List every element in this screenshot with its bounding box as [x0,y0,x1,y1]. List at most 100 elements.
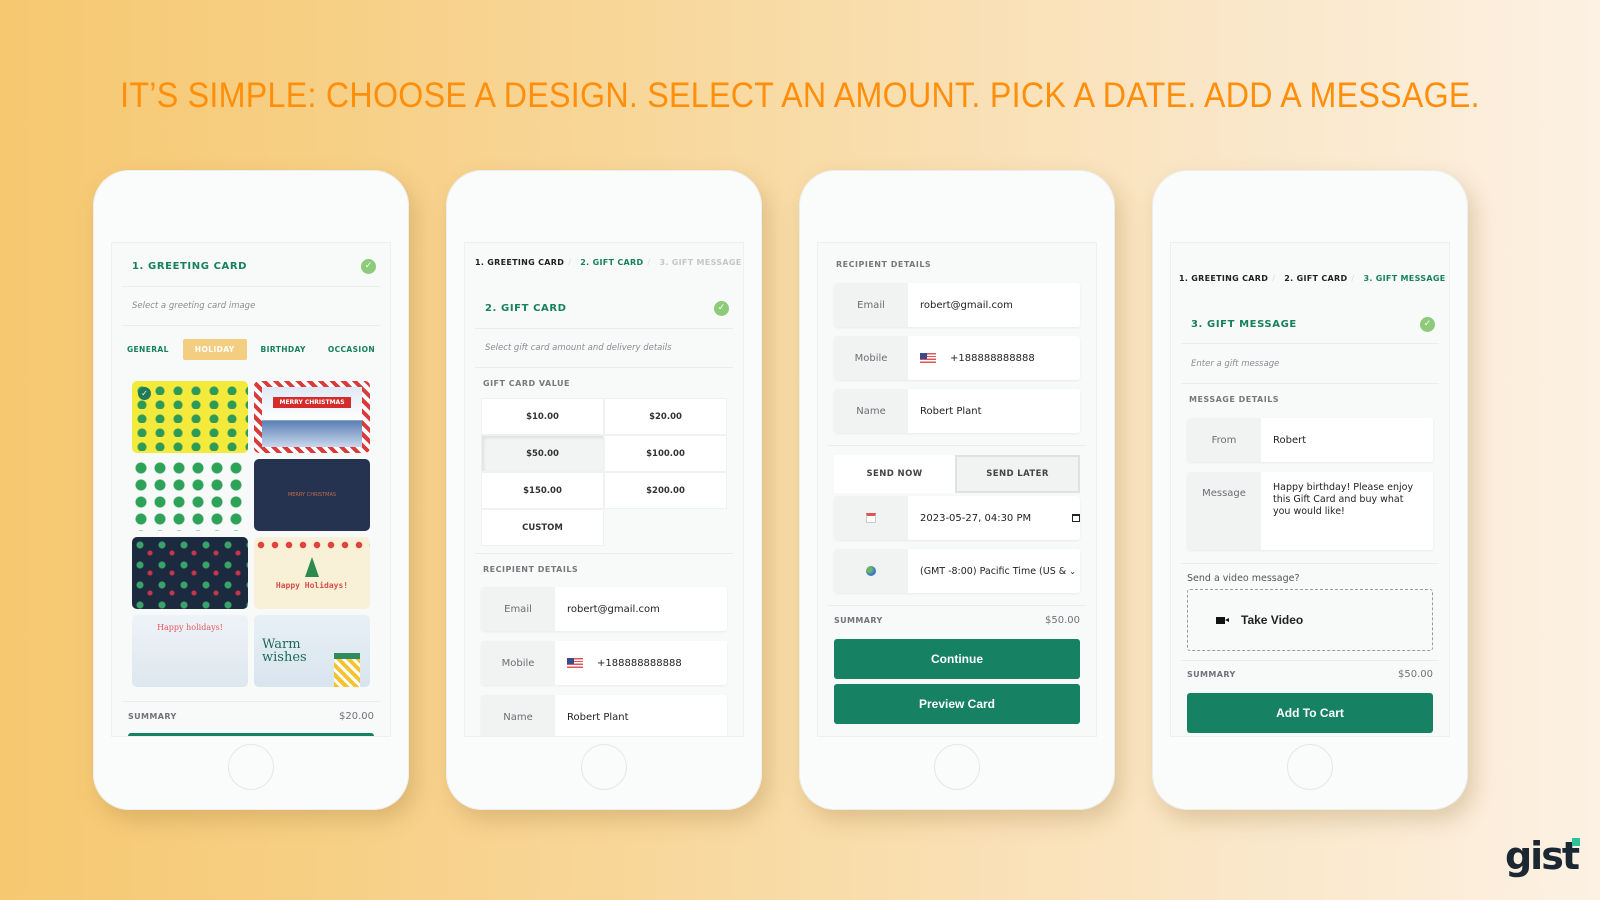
divider [122,701,380,702]
divider [475,553,733,554]
logo-text: gist [1504,834,1580,878]
card-text: Happy holidays! [157,623,223,632]
amount-option[interactable]: $10.00 [481,398,604,435]
message-details-label: MESSAGE DETAILS [1189,395,1280,404]
continue-button[interactable] [128,733,374,736]
datetime-field[interactable]: 2023-05-27, 04:30 PM [834,496,1080,540]
section-subtitle: Select a greeting card image [132,301,256,311]
check-icon: ✓ [361,259,376,274]
divider [1181,343,1439,344]
mobile-label: Mobile [481,641,555,685]
name-label: Name [834,389,908,433]
divider [1181,383,1439,384]
divider [475,328,733,329]
name-field[interactable]: Name Robert Plant [834,389,1080,433]
card-merry-christmas-banner[interactable]: MERRY CHRISTMAS [254,381,370,453]
name-value[interactable]: Robert Plant [555,712,629,723]
from-field[interactable]: From Robert [1187,418,1433,462]
chevron-down-icon[interactable]: ⌄ [1069,567,1076,576]
divider [122,325,380,326]
email-value[interactable]: robert@gmail.com [555,604,660,615]
message-label: Message [1187,472,1261,550]
phone-gift-card: 1. GREETING CARD/ 2. GIFT CARD/ 3. GIFT … [446,170,762,810]
send-now-tab[interactable]: SEND NOW [834,455,955,493]
amount-custom[interactable]: CUSTOM [481,509,604,546]
tab-general[interactable]: GENERAL [119,339,177,360]
section-title: 2. GIFT CARD [485,303,567,314]
card-christmas-trees-yellow[interactable]: ✓ [132,381,248,453]
divider [1181,660,1439,661]
preview-card-button[interactable]: Preview Card [834,684,1080,724]
take-video-button[interactable]: Take Video [1187,589,1433,651]
name-field[interactable]: Name Robert Plant [481,695,727,736]
continue-button[interactable]: Continue [834,639,1080,679]
card-happy-holidays-bear[interactable]: Happy holidays! [132,615,248,687]
tab-holiday[interactable]: HOLIDAY [182,339,247,360]
card-tree-pattern-navy[interactable] [132,537,248,609]
add-to-cart-button[interactable]: Add To Cart [1187,693,1433,733]
from-value[interactable]: Robert [1261,435,1306,446]
amount-option[interactable]: $100.00 [604,435,727,472]
amount-option[interactable]: $50.00 [481,435,604,472]
email-field[interactable]: Email robert@gmail.com [481,587,727,631]
name-label: Name [481,695,555,736]
email-value[interactable]: robert@gmail.com [908,300,1013,311]
send-later-tab[interactable]: SEND LATER [955,455,1080,493]
amount-grid: $10.00 $20.00 $50.00 $100.00 $150.00 $20… [481,398,727,546]
message-field[interactable]: Message Happy birthday! Please enjoy thi… [1187,472,1433,550]
screen: 1. GREETING CARD/ 2. GIFT CARD/ 3. GIFT … [464,242,744,737]
divider [122,286,380,287]
section-title: 1. GREETING CARD [132,261,248,272]
amount-option[interactable]: $200.00 [604,472,727,509]
amount-option[interactable]: $20.00 [604,398,727,435]
breadcrumb-gift-message[interactable]: 3. GIFT MESSAGE [1364,274,1446,283]
name-value[interactable]: Robert Plant [908,406,982,417]
mobile-value[interactable]: +188888888888 [597,658,682,669]
breadcrumb-greeting-card[interactable]: 1. GREETING CARD [1179,274,1268,283]
tab-occasion[interactable]: OCCASION [320,339,383,360]
email-field[interactable]: Email robert@gmail.com [834,283,1080,327]
screen: 1. GREETING CARD/ 2. GIFT CARD/ 3. GIFT … [1170,242,1450,737]
gist-logo: gist [1504,834,1580,878]
message-textarea[interactable]: Happy birthday! Please enjoy this Gift C… [1261,472,1431,550]
us-flag-icon[interactable] [920,353,936,363]
us-flag-icon[interactable] [567,658,583,668]
breadcrumb-gift-card[interactable]: 2. GIFT CARD [1284,274,1347,283]
card-holly-dark[interactable]: MERRY CHRISTMAS [254,459,370,531]
summary-label: SUMMARY [128,712,177,721]
tab-birthday[interactable]: BIRTHDAY [253,339,314,360]
amount-option[interactable]: $150.00 [481,472,604,509]
mobile-field[interactable]: Mobile +188888888888 [481,641,727,685]
card-happy-holidays-lights[interactable]: Happy Holidays! [254,537,370,609]
recipient-label: RECIPIENT DETAILS [836,260,932,269]
mobile-value[interactable]: +188888888888 [950,353,1035,364]
home-button [1287,744,1333,790]
check-icon: ✓ [1420,317,1435,332]
datetime-value[interactable]: 2023-05-27, 04:30 PM [920,513,1031,524]
card-tree-pattern-white[interactable] [132,459,248,531]
gift-icon [334,653,360,687]
card-warm-wishes[interactable]: Warm wishes [254,615,370,687]
breadcrumb-greeting-card[interactable]: 1. GREETING CARD [475,258,564,267]
breadcrumb-gift-card[interactable]: 2. GIFT CARD [580,258,643,267]
lights-decoration [254,541,370,549]
calendar-icon [834,496,908,540]
phone-gift-message: 1. GREETING CARD/ 2. GIFT CARD/ 3. GIFT … [1152,170,1468,810]
date-picker-icon[interactable] [1072,514,1080,522]
section-title: 3. GIFT MESSAGE [1191,319,1297,330]
phone-delivery: RECIPIENT DETAILS Email robert@gmail.com… [799,170,1115,810]
card-text: Happy Holidays! [275,580,349,590]
mobile-field[interactable]: Mobile +188888888888 [834,336,1080,380]
video-camera-icon [1216,616,1229,624]
divider [475,367,733,368]
timezone-value[interactable]: (GMT -8:00) Pacific Time (US & [920,566,1066,577]
from-label: From [1187,418,1261,462]
breadcrumb: 1. GREETING CARD/ 2. GIFT CARD/ 3. GIFT … [475,258,742,267]
section-subtitle: Select gift card amount and delivery det… [485,343,672,353]
breadcrumb-gift-message[interactable]: 3. GIFT MESSAGE [660,258,742,267]
summary-row: SUMMARY $50.00 [1187,669,1433,680]
timezone-select[interactable]: (GMT -8:00) Pacific Time (US & ⌄ [834,549,1080,593]
card-text: MERRY CHRISTMAS [273,397,351,408]
home-button [934,744,980,790]
tree-icon [305,556,319,577]
